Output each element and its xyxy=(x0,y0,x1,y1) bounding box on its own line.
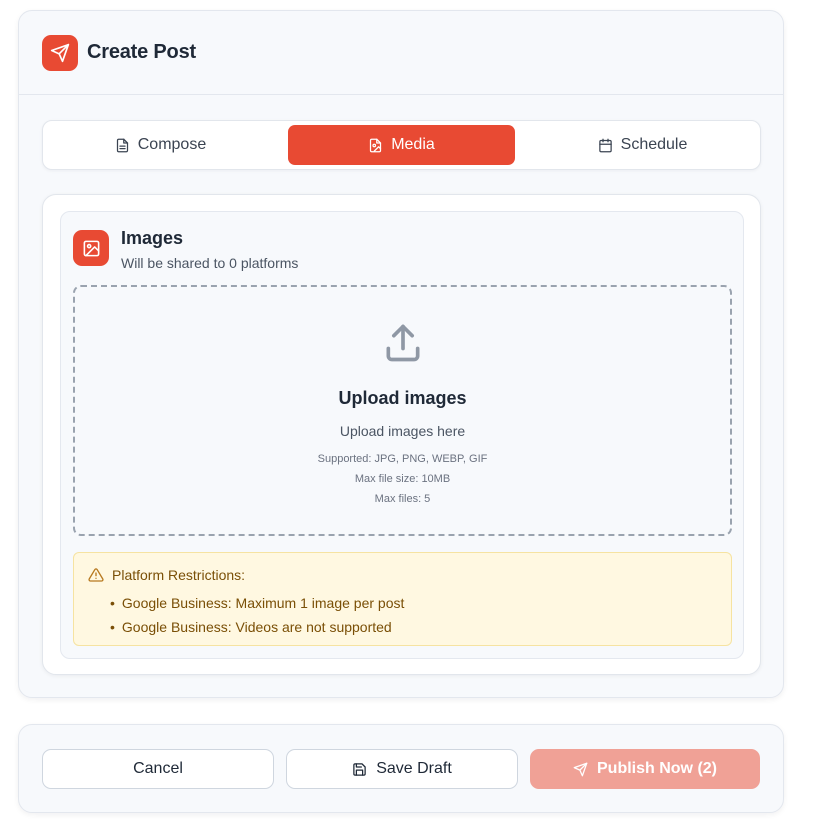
save-draft-button[interactable]: Save Draft xyxy=(286,749,518,789)
platform-restrictions-alert: Platform Restrictions: Google Business: … xyxy=(73,552,732,646)
dropzone-title: Upload images xyxy=(338,388,467,408)
save-icon xyxy=(352,762,367,777)
page-title: Create Post xyxy=(87,41,196,63)
supported-formats: Supported: JPG, PNG, WEBP, GIF xyxy=(317,453,488,465)
create-post-card: Create Post Compose Media Schedule Image… xyxy=(18,10,784,698)
max-file-size: Max file size: 10MB xyxy=(354,473,451,485)
publish-now-button[interactable]: Publish Now (2) xyxy=(530,749,760,789)
restrictions-heading: Platform Restrictions: xyxy=(88,567,731,583)
dropzone-requirements: Supported: JPG, PNG, WEBP, GIF Max file … xyxy=(318,449,488,509)
tab-compose[interactable]: Compose xyxy=(47,125,274,165)
image-icon xyxy=(73,230,109,266)
card-header: Create Post xyxy=(19,11,783,95)
tab-label: Media xyxy=(391,136,435,153)
section-subtitle: Will be shared to 0 platforms xyxy=(121,255,299,271)
cancel-label: Cancel xyxy=(133,760,183,777)
media-panel: Images Will be shared to 0 platforms Upl… xyxy=(42,194,761,675)
image-file-icon xyxy=(368,138,383,153)
send-icon xyxy=(573,762,588,777)
warning-icon xyxy=(88,567,104,583)
max-files: Max files: 5 xyxy=(374,493,431,505)
tab-media[interactable]: Media xyxy=(288,125,515,165)
tab-bar: Compose Media Schedule xyxy=(42,120,761,170)
restrictions-title: Platform Restrictions: xyxy=(112,567,246,583)
publish-label: Publish Now (2) xyxy=(597,760,717,777)
list-item: Google Business: Videos are not supporte… xyxy=(110,615,731,639)
section-title: Images xyxy=(121,228,184,248)
tab-label: Schedule xyxy=(620,136,688,153)
action-footer: Cancel Save Draft Publish Now (2) xyxy=(18,724,784,813)
calendar-icon xyxy=(598,138,613,153)
tab-schedule[interactable]: Schedule xyxy=(529,125,756,165)
dropzone-hint: Upload images here xyxy=(339,423,466,439)
image-dropzone[interactable]: Upload images Upload images here Support… xyxy=(73,285,732,536)
images-section: Images Will be shared to 0 platforms Upl… xyxy=(60,211,744,659)
send-icon xyxy=(42,34,78,71)
restrictions-list: Google Business: Maximum 1 image per pos… xyxy=(88,591,731,639)
tab-label: Compose xyxy=(137,136,207,153)
cancel-button[interactable]: Cancel xyxy=(42,749,274,789)
upload-icon xyxy=(381,321,425,370)
list-item: Google Business: Maximum 1 image per pos… xyxy=(110,591,731,615)
document-icon xyxy=(115,138,130,153)
save-draft-label: Save Draft xyxy=(376,760,452,777)
